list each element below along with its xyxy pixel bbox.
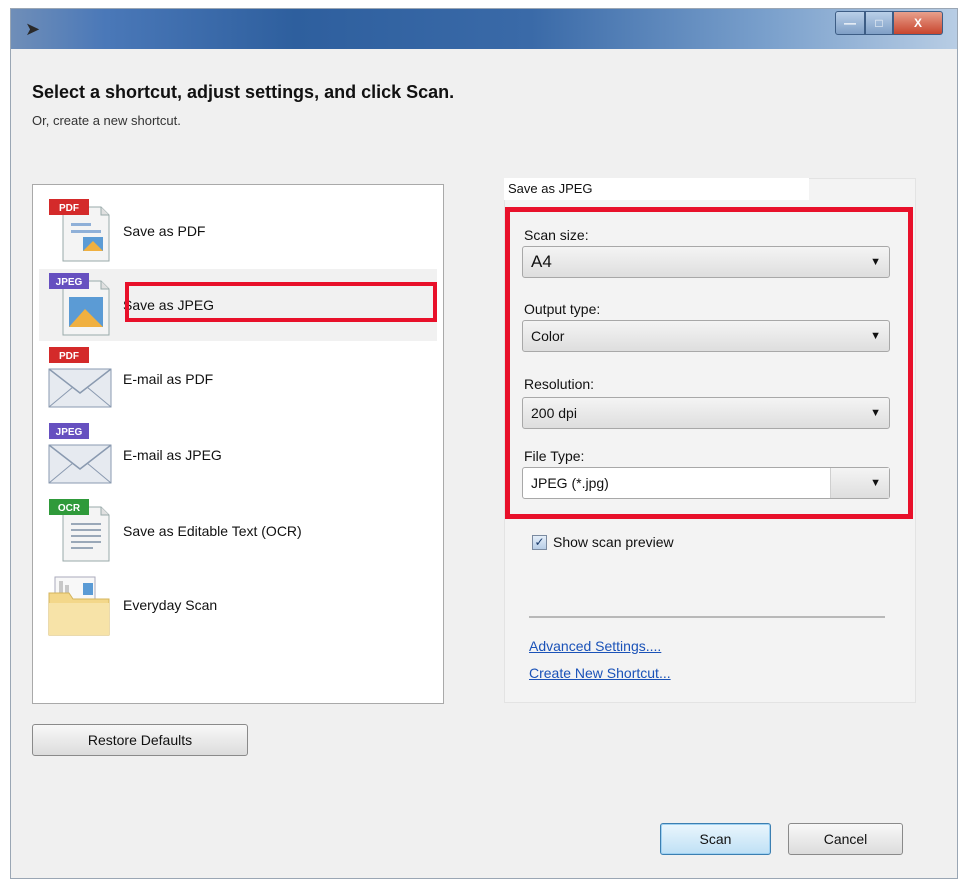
- app-arrow-icon: ➤: [25, 19, 41, 39]
- jpeg-email-icon: JPEG: [48, 423, 112, 484]
- jpeg-badge: JPEG: [56, 427, 83, 438]
- title-bar[interactable]: ➤ — □ X: [11, 9, 957, 49]
- settings-highlight-box: [505, 207, 913, 519]
- jpeg-badge: JPEG: [56, 277, 83, 288]
- checkmark-icon: ✓: [534, 535, 545, 549]
- divider: [529, 616, 885, 618]
- pdf-badge: PDF: [59, 351, 79, 362]
- selection-highlight-box: [125, 282, 437, 322]
- dialog-subheading: Or, create a new shortcut.: [32, 113, 181, 128]
- pdf-badge: PDF: [59, 203, 79, 214]
- pdf-email-icon: PDF: [48, 347, 112, 408]
- pdf-document-icon: PDF: [49, 199, 110, 262]
- shortcut-label: E-mail as PDF: [123, 371, 214, 387]
- folder-icon: [48, 576, 110, 636]
- ocr-badge: OCR: [58, 503, 81, 514]
- shortcut-email-as-pdf[interactable]: PDF E-mail as PDF: [39, 343, 437, 415]
- create-new-shortcut-link[interactable]: Create New Shortcut...: [529, 665, 671, 681]
- jpeg-document-icon: JPEG: [49, 273, 110, 336]
- shortcut-label: E-mail as JPEG: [123, 447, 222, 463]
- cancel-button[interactable]: Cancel: [788, 823, 903, 855]
- shortcut-label: Everyday Scan: [123, 597, 218, 613]
- shortcut-save-as-jpeg[interactable]: JPEG Save as JPEG: [39, 269, 437, 341]
- ocr-document-icon: OCR: [49, 499, 110, 562]
- advanced-settings-link[interactable]: Advanced Settings....: [529, 638, 661, 654]
- maximize-button[interactable]: □: [865, 11, 893, 35]
- shortcut-label: Save as Editable Text (OCR): [123, 523, 302, 539]
- shortcut-email-as-jpeg[interactable]: JPEG E-mail as JPEG: [39, 419, 437, 491]
- dialog-heading: Select a shortcut, adjust settings, and …: [32, 82, 455, 102]
- minimize-button[interactable]: —: [835, 11, 865, 35]
- shortcut-list: PDF Save as PDF JPEG Save as JPEG PDF E-…: [32, 184, 444, 704]
- window-controls: — □ X: [835, 11, 943, 35]
- show-scan-preview-label[interactable]: Show scan preview: [553, 534, 674, 550]
- close-button[interactable]: X: [893, 11, 943, 35]
- shortcut-save-as-editable-text[interactable]: OCR Save as Editable Text (OCR): [39, 495, 437, 567]
- shortcut-everyday-scan[interactable]: Everyday Scan: [39, 569, 437, 641]
- settings-panel-title: Save as JPEG: [504, 178, 809, 200]
- scan-button[interactable]: Scan: [660, 823, 771, 855]
- shortcut-label: Save as PDF: [123, 223, 206, 239]
- shortcut-save-as-pdf[interactable]: PDF Save as PDF: [39, 195, 437, 267]
- restore-defaults-button[interactable]: Restore Defaults: [32, 724, 248, 756]
- show-scan-preview-checkbox[interactable]: ✓: [532, 535, 547, 550]
